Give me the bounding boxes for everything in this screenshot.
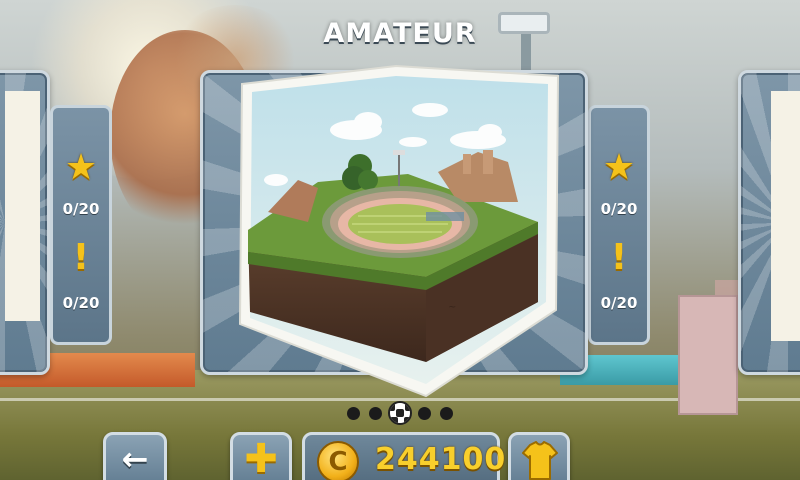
page-dot-active-ball-icon[interactable] [388, 401, 412, 425]
coins-value: 244100 [375, 442, 507, 477]
previous-level-preview [5, 91, 40, 321]
goal-net [678, 295, 738, 415]
right-stats-panel: ★ 0/20 ! 0/20 [588, 105, 650, 345]
plus-icon: ✚ [244, 436, 278, 480]
back-arrow-icon: ← [121, 440, 149, 478]
page-dot[interactable] [418, 407, 431, 420]
shop-button[interactable] [508, 432, 570, 480]
coin-icon: C [317, 441, 359, 480]
stadium-world-preview[interactable]: ~ [238, 62, 562, 397]
page-dot[interactable] [440, 407, 453, 420]
back-button[interactable]: ← [103, 432, 167, 480]
star-icon: ★ [602, 147, 636, 188]
shirt-icon [522, 441, 558, 480]
exclamation-icon: ! [72, 237, 90, 278]
star-icon: ★ [64, 147, 98, 188]
level-title: AMATEUR [323, 18, 477, 49]
page-indicator [345, 400, 460, 426]
challenges-progress: 0/20 [62, 294, 100, 312]
next-level-preview [771, 91, 800, 341]
page-dot[interactable] [347, 407, 360, 420]
add-coins-button[interactable]: ✚ [230, 432, 292, 480]
next-level-card[interactable] [738, 70, 800, 375]
left-stats-panel: ★ 0/20 ! 0/20 [50, 105, 112, 345]
previous-level-card[interactable] [0, 70, 50, 375]
stars-progress: 0/20 [62, 200, 100, 218]
exclamation-icon: ! [610, 237, 628, 278]
page-dot[interactable] [369, 407, 382, 420]
svg-text:~: ~ [448, 302, 456, 313]
coins-display: C 244100 [302, 432, 505, 480]
stars-progress: 0/20 [600, 200, 638, 218]
challenges-progress: 0/20 [600, 294, 638, 312]
